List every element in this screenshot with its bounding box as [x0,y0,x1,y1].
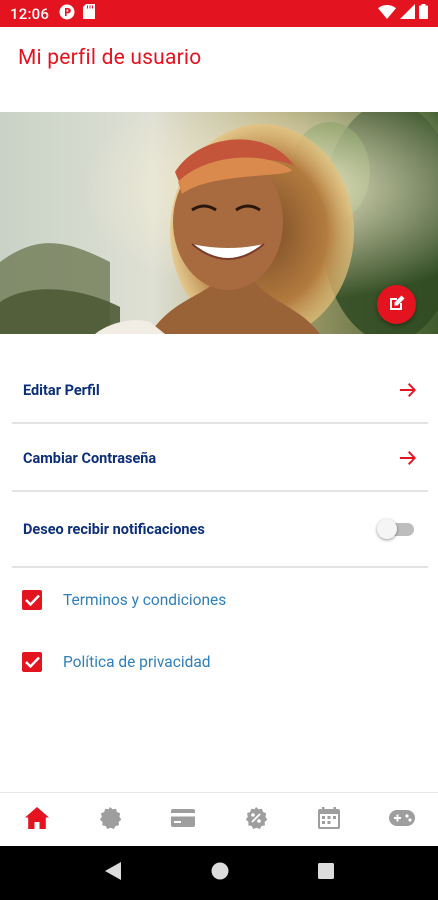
toggle-thumb [377,519,397,539]
notifications-row: Deseo recibir notificaciones [12,510,428,548]
signal-icon [400,4,415,23]
edit-profile-row[interactable]: Editar Perfil [12,370,428,410]
privacy-link[interactable]: Política de privacidad [63,653,211,671]
gamepad-icon [388,809,415,830]
page-title: Mi perfil de usuario [18,46,202,70]
home-icon [24,806,49,833]
card-icon [170,808,195,831]
sd-card-icon [83,4,96,23]
home-circle-icon[interactable] [211,862,229,884]
change-password-row[interactable]: Cambiar Contraseña [12,438,428,478]
notifications-toggle[interactable] [377,518,416,540]
nav-games[interactable] [365,793,438,846]
status-time: 12:06 [10,4,50,23]
battery-icon [419,4,428,23]
calendar-icon [317,806,340,833]
nav-discount[interactable] [219,793,292,846]
terms-checkbox[interactable] [22,590,42,610]
divider [12,422,428,424]
profile-photo [0,112,438,334]
nav-calendar[interactable] [292,793,365,846]
wifi-icon [378,4,396,23]
divider [12,490,428,492]
badge-icon [98,806,122,834]
p-app-icon [59,4,75,24]
edit-photo-button[interactable] [377,285,416,324]
privacy-row[interactable]: Política de privacidad [22,652,211,672]
status-right-icons [378,4,428,23]
nav-card[interactable] [146,793,219,846]
privacy-checkbox[interactable] [22,652,42,672]
nav-badge[interactable] [73,793,146,846]
terms-row[interactable]: Terminos y condiciones [22,590,226,610]
edit-icon [388,294,406,316]
notifications-label: Deseo recibir notificaciones [23,520,205,538]
recents-icon[interactable] [317,863,334,883]
nav-home[interactable] [0,793,73,846]
change-password-label: Cambiar Contraseña [23,449,157,467]
discount-icon [244,806,268,834]
divider [12,566,428,568]
back-icon[interactable] [104,861,122,885]
arrow-right-icon [400,451,416,465]
edit-profile-label: Editar Perfil [23,381,100,399]
bottom-nav [0,792,438,846]
status-left-icons [59,4,96,24]
status-bar: 12:06 [0,0,438,27]
arrow-right-icon [400,383,416,397]
system-nav-bar [0,846,438,900]
terms-link[interactable]: Terminos y condiciones [63,591,226,609]
